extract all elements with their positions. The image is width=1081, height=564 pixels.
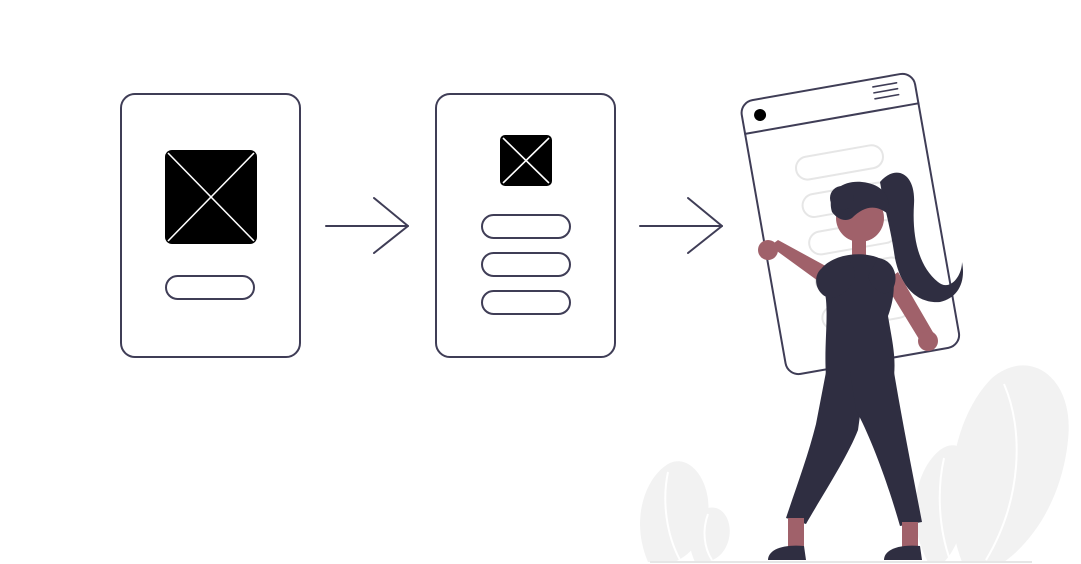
wireframe-to-prototype-illustration	[120, 72, 1069, 563]
left-shoe	[768, 545, 806, 560]
wireframe-button	[481, 252, 571, 277]
wireframe-button	[165, 275, 255, 300]
wireframe-card-1	[120, 93, 301, 358]
leaf-plant-right	[915, 365, 1069, 562]
right-shoe	[884, 545, 922, 560]
right-hand	[918, 331, 938, 351]
wireframe-button	[481, 214, 571, 239]
wireframe-card-2	[435, 93, 616, 358]
right-leg	[850, 372, 922, 526]
left-hand	[758, 240, 778, 260]
arrow-right-icon	[325, 197, 409, 254]
image-placeholder-icon	[165, 150, 257, 244]
leaf-plant-left	[640, 461, 730, 562]
illustration-canvas	[0, 0, 1081, 564]
image-placeholder-icon	[500, 135, 552, 186]
arrow-right-icon	[639, 197, 723, 254]
wireframe-button	[481, 290, 571, 315]
